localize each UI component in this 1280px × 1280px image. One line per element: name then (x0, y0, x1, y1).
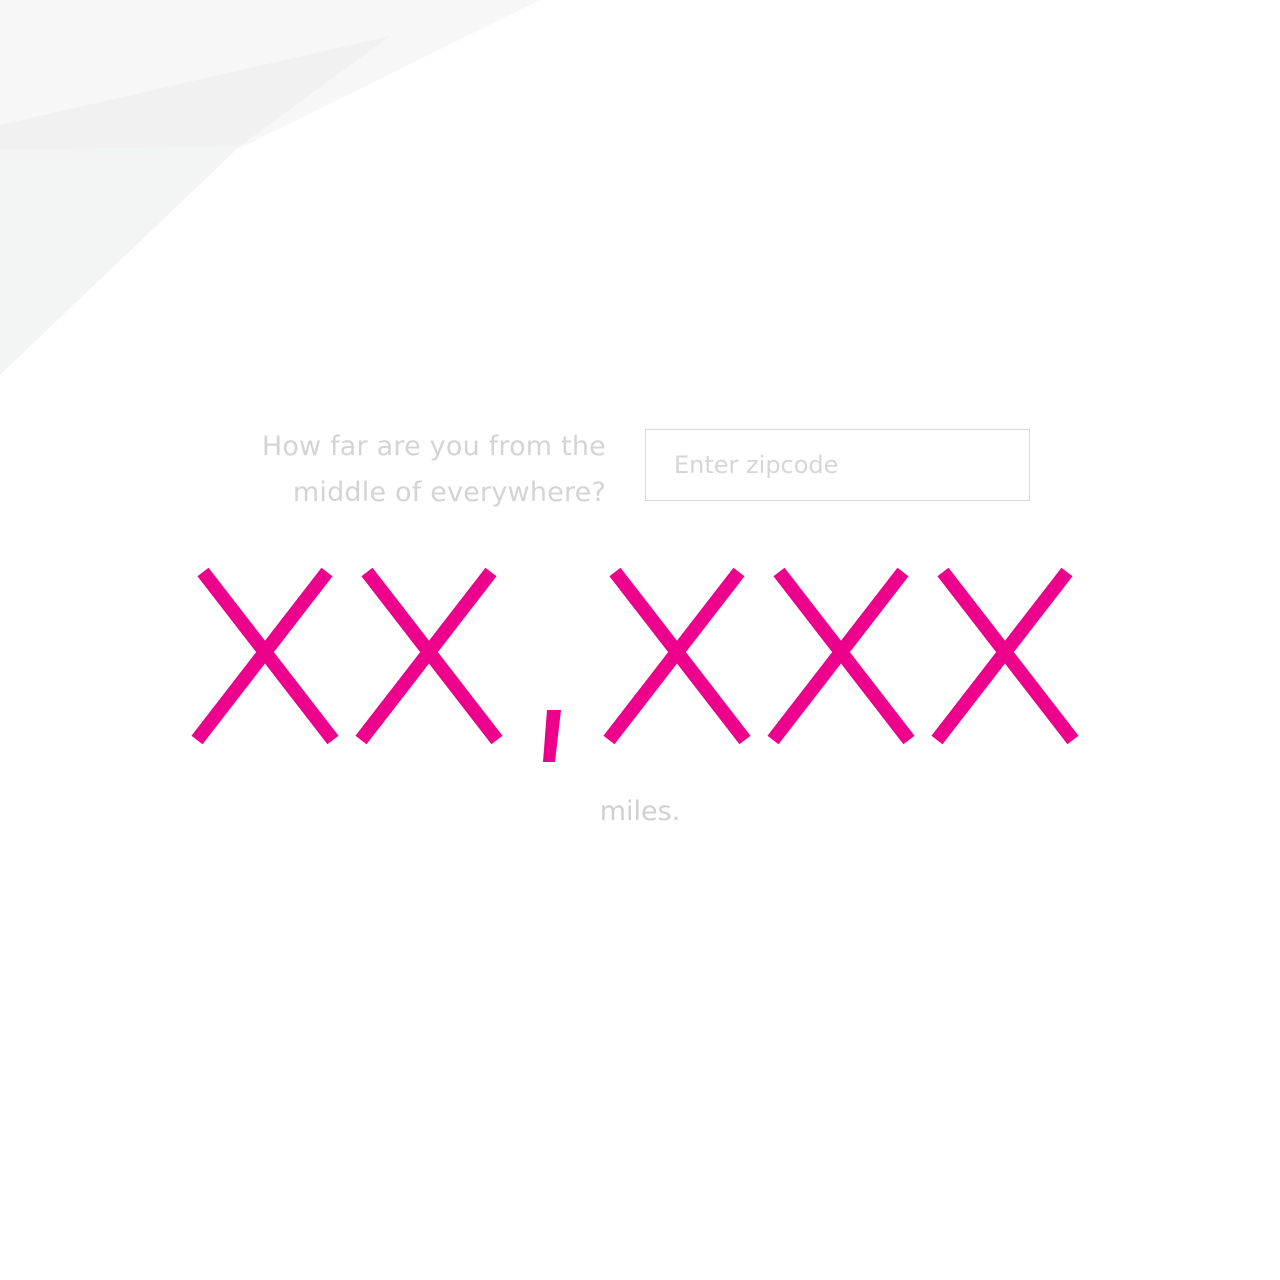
distance-value: XX,XXX (191, 567, 1079, 770)
question-line-1: How far are you from the (261, 431, 606, 462)
distance-glyph-comma (543, 710, 561, 762)
distance-unit-label: miles. (599, 796, 681, 827)
distance-glyph-4 (767, 567, 915, 745)
distance-calculator: How far are you from the middle of every… (0, 0, 1280, 1280)
question-line-2: middle of everywhere? (292, 477, 606, 508)
distance-glyph-5 (931, 567, 1079, 745)
distance-glyphs (191, 567, 1079, 762)
distance-glyph-0 (191, 567, 339, 745)
zipcode-input[interactable] (645, 429, 1030, 501)
distance-glyph-3 (603, 567, 751, 745)
distance-glyph-1 (355, 567, 503, 745)
question-prompt: How far are you from the middle of every… (170, 424, 606, 516)
